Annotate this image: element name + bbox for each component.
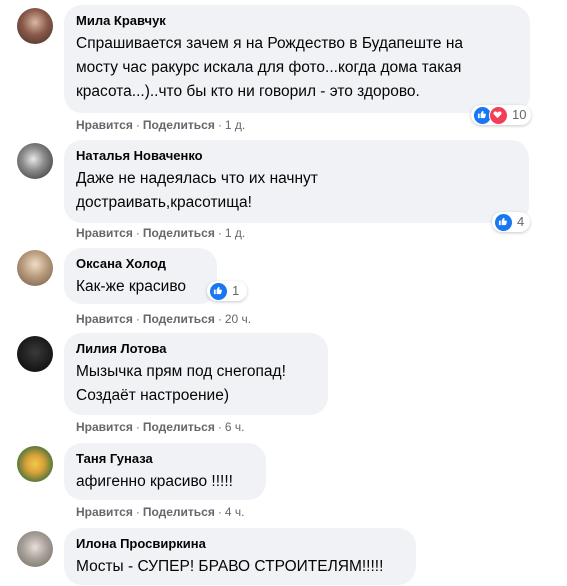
share-button[interactable]: Поделиться <box>143 226 215 240</box>
avatar[interactable] <box>17 446 53 482</box>
like-button[interactable]: Нравится <box>76 505 133 519</box>
comment-author[interactable]: Мила Кравчук <box>76 13 518 29</box>
reaction-summary[interactable]: 4 <box>492 212 530 232</box>
comment-timestamp[interactable]: 1 д. <box>225 118 245 132</box>
reaction-summary[interactable]: 1 <box>207 281 247 301</box>
reaction-count: 10 <box>512 107 527 122</box>
like-button[interactable]: Нравится <box>76 226 133 240</box>
share-button[interactable]: Поделиться <box>143 505 215 519</box>
comment-actions: Нравится · Поделиться · 6 ч. <box>76 420 245 434</box>
share-button[interactable]: Поделиться <box>143 420 215 434</box>
comment-text: Мызычка прям под снегопад! Создаёт настр… <box>76 363 286 404</box>
comment-bubble: Оксана Холод Как-же красиво <box>64 248 217 304</box>
comment-author[interactable]: Таня Гуназа <box>76 451 254 467</box>
comment-text: Спрашивается зачем я на Рождество в Буда… <box>76 35 464 100</box>
comment-bubble: Лилия Лотова Мызычка прям под снегопад! … <box>64 333 328 415</box>
comment-bubble: Таня Гуназа афигенно красиво !!!!! <box>64 443 266 500</box>
comment-author[interactable]: Наталья Новаченко <box>76 148 517 164</box>
comment-timestamp[interactable]: 4 ч. <box>225 505 245 519</box>
comment-thread: Мила Кравчук Спрашивается зачем я на Рож… <box>0 0 567 586</box>
comment-timestamp[interactable]: 6 ч. <box>225 420 245 434</box>
comment-bubble: Наталья Новаченко Даже не надеялась что … <box>64 140 529 223</box>
like-icon <box>494 212 513 232</box>
avatar[interactable] <box>17 336 53 372</box>
comment-author[interactable]: Оксана Холод <box>76 256 205 272</box>
like-button[interactable]: Нравится <box>76 312 133 326</box>
comment-text: Даже не надеялась что их начнут достраив… <box>76 170 318 211</box>
avatar[interactable] <box>17 8 53 44</box>
comment-text: Мосты - СУПЕР! БРАВО СТРОИТЕЛЯМ!!!!! <box>76 558 384 575</box>
comment-actions: Нравится · Поделиться · 1 д. <box>76 226 246 240</box>
comment-author[interactable]: Лилия Лотова <box>76 341 316 357</box>
comment-actions: Нравится · Поделиться · 1 д. <box>76 118 246 132</box>
share-button[interactable]: Поделиться <box>143 312 215 326</box>
comment-text: Как-же красиво <box>76 278 186 295</box>
avatar[interactable] <box>17 531 53 567</box>
love-icon <box>489 105 508 125</box>
comment-author[interactable]: Илона Просвиркина <box>76 536 404 552</box>
reaction-summary[interactable]: 10 <box>471 105 531 125</box>
comment-timestamp[interactable]: 20 ч. <box>225 312 251 326</box>
share-button[interactable]: Поделиться <box>143 118 215 132</box>
comment-timestamp[interactable]: 1 д. <box>225 226 245 240</box>
comment-text: афигенно красиво !!!!! <box>76 473 233 490</box>
avatar[interactable] <box>17 250 53 286</box>
like-icon <box>209 281 228 301</box>
comment-bubble: Илона Просвиркина Мосты - СУПЕР! БРАВО С… <box>64 528 416 585</box>
reaction-count: 1 <box>232 283 240 298</box>
comment-actions: Нравится · Поделиться · 20 ч. <box>76 312 252 326</box>
like-button[interactable]: Нравится <box>76 420 133 434</box>
comment-actions: Нравится · Поделиться · 4 ч. <box>76 505 245 519</box>
comment-bubble: Мила Кравчук Спрашивается зачем я на Рож… <box>64 5 530 113</box>
like-button[interactable]: Нравится <box>76 118 133 132</box>
reaction-count: 4 <box>517 214 525 229</box>
avatar[interactable] <box>17 143 53 179</box>
